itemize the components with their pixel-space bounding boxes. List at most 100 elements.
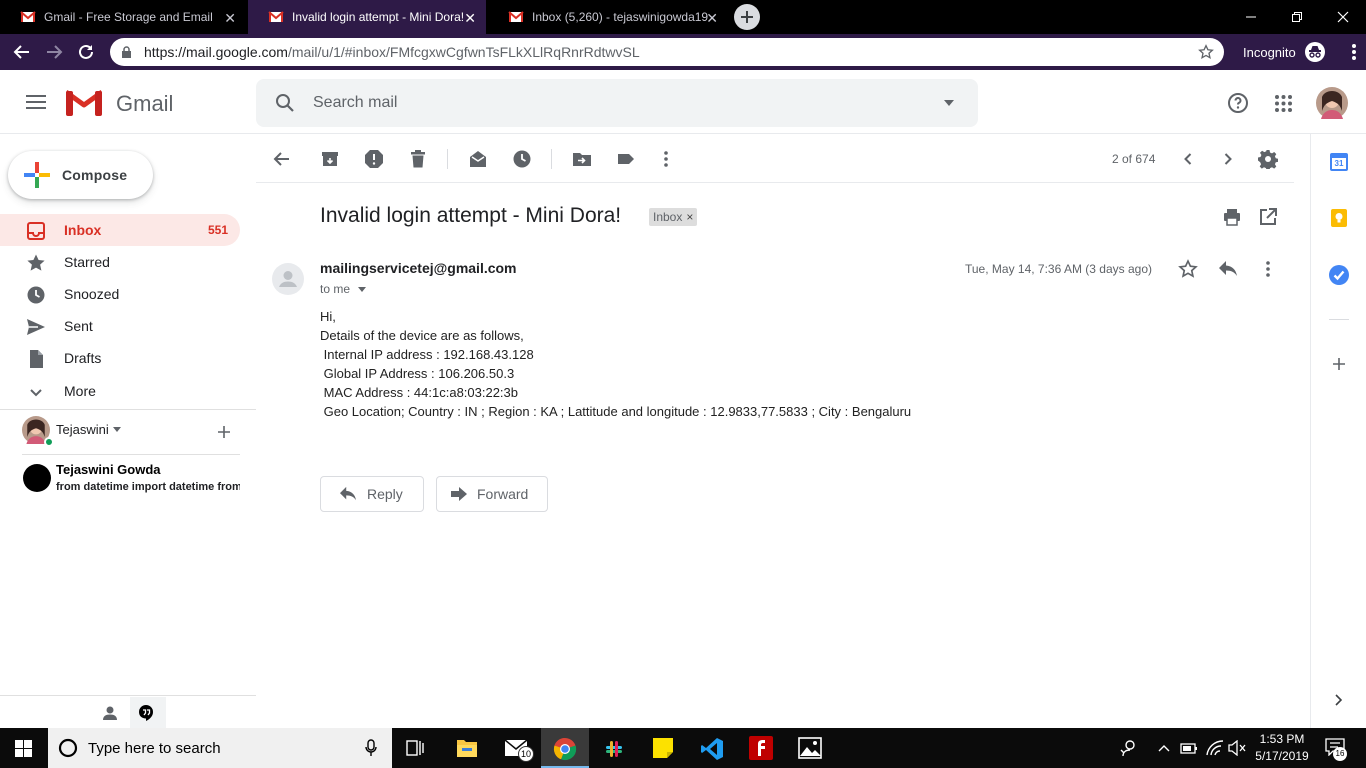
apps-grid-icon[interactable] xyxy=(1275,95,1292,112)
filezilla-icon[interactable] xyxy=(749,736,773,760)
reply-button[interactable]: Reply xyxy=(320,476,424,512)
new-tab-button[interactable] xyxy=(734,4,760,30)
incognito-indicator[interactable]: Incognito xyxy=(1243,34,1326,70)
sidebar-item-inbox[interactable]: Inbox 551 xyxy=(0,214,240,246)
tab-gmail-home[interactable]: Gmail - Free Storage and Email from Goog… xyxy=(0,0,246,34)
gmail-logo-icon[interactable] xyxy=(66,89,102,116)
gmail-logo-text[interactable]: Gmail xyxy=(116,91,173,117)
newer-chevron-left-icon[interactable] xyxy=(1178,149,1198,169)
older-chevron-right-icon[interactable] xyxy=(1218,149,1238,169)
taskbar-clock[interactable]: 1:53 PM 5/17/2019 xyxy=(1252,731,1312,765)
taskbar-chrome-app[interactable] xyxy=(541,728,589,768)
contacts-person-icon[interactable] xyxy=(102,705,118,721)
move-to-icon[interactable] xyxy=(572,149,592,169)
calendar-app-icon[interactable]: 31 xyxy=(1330,153,1348,171)
volume-muted-icon[interactable] xyxy=(1228,740,1246,756)
wifi-icon[interactable] xyxy=(1206,740,1224,756)
sidebar-item-drafts[interactable]: Drafts xyxy=(0,342,240,374)
toolbar-divider xyxy=(551,149,552,169)
search-options-icon[interactable] xyxy=(944,100,954,106)
open-new-window-icon[interactable] xyxy=(1259,208,1277,226)
print-icon[interactable] xyxy=(1222,207,1242,227)
close-window-button[interactable] xyxy=(1320,0,1366,34)
reply-arrow-icon[interactable] xyxy=(1218,260,1238,278)
show-hidden-icons-chevron-icon[interactable] xyxy=(1158,744,1170,752)
tab-title: Inbox (5,260) - tejaswinigowda19 xyxy=(532,10,708,24)
toolbar-bottom-border xyxy=(256,182,1294,183)
main-menu-icon[interactable] xyxy=(26,95,46,109)
back-arrow-icon[interactable] xyxy=(13,43,31,61)
taskbar-mail-app[interactable]: 10 xyxy=(492,728,540,768)
sticky-notes-icon[interactable] xyxy=(652,737,674,759)
vscode-icon[interactable] xyxy=(700,737,724,761)
delete-icon[interactable] xyxy=(408,149,428,169)
settings-gear-icon[interactable] xyxy=(1258,149,1278,169)
more-options-icon[interactable] xyxy=(656,149,676,169)
reply-label: Reply xyxy=(367,486,403,502)
search-input[interactable]: Search mail xyxy=(313,94,397,112)
close-tab-icon[interactable]: ✕ xyxy=(706,10,718,27)
address-bar[interactable]: https://mail.google.com/mail/u/1/#inbox/… xyxy=(110,38,1224,66)
message-more-icon[interactable] xyxy=(1258,259,1278,279)
file-explorer-icon[interactable] xyxy=(456,738,478,758)
get-addons-plus-icon[interactable] xyxy=(1332,357,1346,371)
minimize-icon xyxy=(1246,16,1256,18)
people-icon[interactable] xyxy=(1120,739,1138,757)
tab-invalid-login[interactable]: Invalid login attempt - Mini Dora! - tej… xyxy=(248,0,486,34)
report-spam-icon[interactable] xyxy=(364,149,384,169)
microphone-icon[interactable] xyxy=(365,739,377,757)
hangouts-user-name[interactable]: Tejaswini xyxy=(56,422,109,437)
taskbar-search-box[interactable]: Type here to search xyxy=(48,728,392,768)
browser-menu-icon[interactable] xyxy=(1352,43,1356,61)
body-line: Global IP Address : 106.206.50.3 xyxy=(320,366,515,381)
calendar-day: 31 xyxy=(1332,158,1346,169)
back-to-inbox-icon[interactable] xyxy=(272,149,292,169)
chevron-down-icon xyxy=(30,389,42,397)
sidebar-item-sent[interactable]: Sent xyxy=(0,310,240,342)
expand-panel-chevron-icon[interactable] xyxy=(1335,694,1343,706)
status-dropdown-icon[interactable] xyxy=(113,427,121,432)
archive-icon[interactable] xyxy=(320,149,340,169)
new-conversation-plus-icon[interactable] xyxy=(217,425,231,439)
contact-snippet[interactable]: from datetime import datetime from xyxy=(56,481,240,493)
clock-time: 1:53 PM xyxy=(1259,732,1305,746)
close-tab-icon[interactable]: ✕ xyxy=(224,10,236,27)
tab-inbox[interactable]: Inbox (5,260) - tejaswinigowda19 ✕ xyxy=(488,0,728,34)
bookmark-star-icon[interactable] xyxy=(1198,44,1214,60)
label-icon[interactable] xyxy=(616,149,636,169)
remove-label-icon[interactable]: × xyxy=(686,210,693,224)
sidebar-item-more[interactable]: More xyxy=(0,375,240,407)
compose-plus-icon xyxy=(24,162,50,188)
sender-email[interactable]: mailingservicetej@gmail.com xyxy=(320,260,517,276)
tasks-app-icon[interactable] xyxy=(1329,265,1349,285)
forward-button[interactable]: Forward xyxy=(436,476,548,512)
search-box[interactable]: Search mail xyxy=(256,79,978,127)
compose-button[interactable]: Compose xyxy=(8,151,153,199)
restore-button[interactable] xyxy=(1274,0,1320,34)
account-avatar[interactable] xyxy=(1316,87,1348,119)
slack-icon[interactable] xyxy=(602,737,626,761)
forward-arrow-icon[interactable] xyxy=(45,43,63,61)
keep-app-icon[interactable] xyxy=(1330,209,1348,227)
inbox-label-chip[interactable]: Inbox × xyxy=(649,208,698,226)
snooze-icon[interactable] xyxy=(512,149,532,169)
windows-start-icon[interactable] xyxy=(15,740,32,757)
close-tab-icon[interactable]: ✕ xyxy=(464,10,476,27)
help-icon[interactable] xyxy=(1228,93,1248,113)
mark-unread-icon[interactable] xyxy=(468,149,488,169)
url-path: /mail/u/1/#inbox/FMfcgxwCgfwnTsFLkXLlRqR… xyxy=(287,44,640,60)
reload-icon[interactable] xyxy=(77,43,95,61)
contact-name[interactable]: Tejaswini Gowda xyxy=(56,462,161,477)
sidebar-item-starred[interactable]: Starred xyxy=(0,246,240,278)
task-view-icon[interactable] xyxy=(406,739,426,757)
star-message-icon[interactable] xyxy=(1178,259,1198,279)
battery-icon[interactable] xyxy=(1180,741,1198,755)
action-center-button[interactable]: 16 xyxy=(1325,738,1347,761)
sidebar-item-snoozed[interactable]: Snoozed xyxy=(0,278,240,310)
photos-icon[interactable] xyxy=(798,737,822,759)
sender-avatar[interactable] xyxy=(272,263,304,295)
show-details-dropdown-icon[interactable] xyxy=(358,287,366,292)
search-icon[interactable] xyxy=(275,93,295,113)
minimize-button[interactable] xyxy=(1228,0,1274,34)
contact-avatar[interactable] xyxy=(23,464,51,492)
